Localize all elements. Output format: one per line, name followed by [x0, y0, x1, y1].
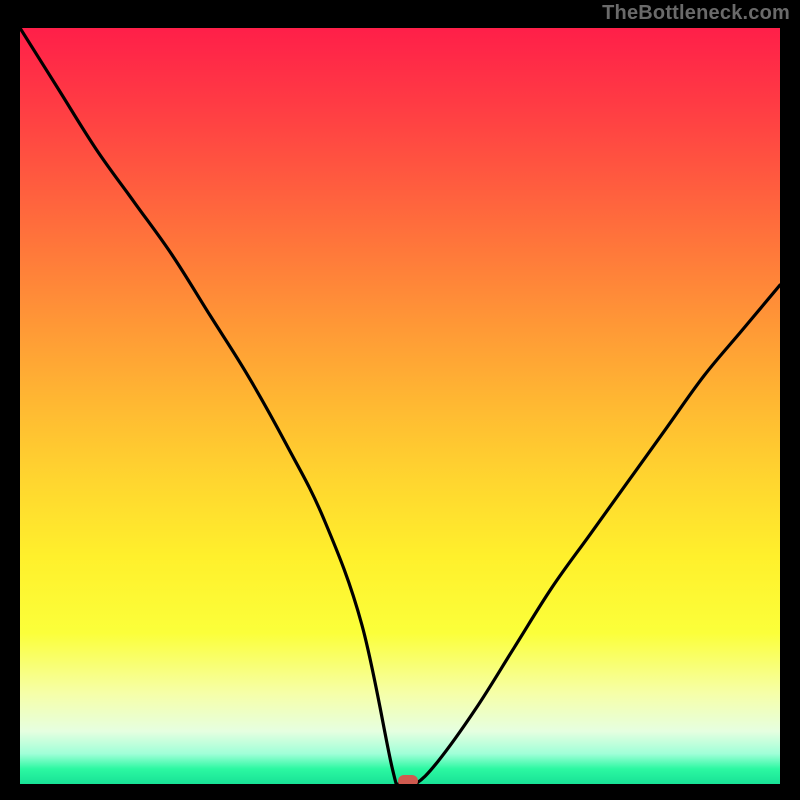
optimal-point-marker — [398, 775, 418, 784]
curve-svg — [20, 28, 780, 784]
bottleneck-curve-path — [20, 28, 780, 784]
watermark-text: TheBottleneck.com — [602, 2, 790, 25]
plot-area — [20, 28, 780, 784]
chart-frame: TheBottleneck.com — [0, 0, 800, 800]
